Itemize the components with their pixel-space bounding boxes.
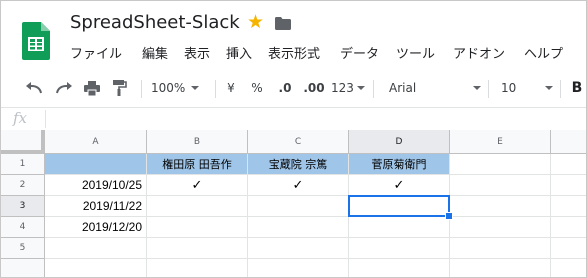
chevron-down-icon [356, 86, 365, 90]
cell-a1-fill [45, 154, 147, 175]
column-header-c[interactable]: C [248, 130, 349, 154]
chevron-down-icon [473, 86, 481, 90]
row-header-6[interactable] [1, 259, 45, 277]
cell-f1[interactable] [551, 154, 586, 175]
row-header-2[interactable]: 2 [1, 175, 45, 196]
row-header-1[interactable]: 1 [1, 154, 45, 175]
document-title[interactable]: SpreadSheet-Slack [70, 12, 240, 33]
cell-a5[interactable] [45, 238, 147, 259]
sheets-logo-icon[interactable] [22, 22, 50, 60]
cell-f4[interactable] [551, 217, 586, 238]
cell-b1[interactable]: 権田原 田吾作 [147, 154, 248, 175]
cell-a6[interactable] [45, 259, 147, 277]
toolbar-divider [560, 80, 561, 98]
paint-format-icon [113, 80, 127, 96]
chevron-down-icon [191, 86, 200, 90]
cell-c4[interactable] [248, 217, 349, 238]
cell-e5[interactable] [450, 238, 551, 259]
cell-b4[interactable] [147, 217, 248, 238]
cell-b5[interactable] [147, 238, 248, 259]
percent-format-button[interactable]: % [249, 74, 265, 102]
more-formats-select[interactable]: 123 [331, 74, 365, 102]
cell-f6[interactable] [551, 259, 586, 277]
undo-icon [26, 82, 42, 94]
cell-f3[interactable] [551, 196, 586, 217]
zoom-select[interactable]: 100% [151, 74, 209, 102]
bold-button[interactable]: B [570, 74, 584, 102]
cell-a4[interactable]: 2019/12/20 [45, 217, 147, 238]
cell-e2[interactable] [450, 175, 551, 196]
cell-c1[interactable]: 宝蔵院 宗篤 [248, 154, 349, 175]
chevron-down-icon [545, 86, 553, 90]
cell-c5[interactable] [248, 238, 349, 259]
menu-data[interactable]: データ [340, 43, 379, 62]
cell-a3[interactable]: 2019/11/22 [45, 196, 147, 217]
column-header-e[interactable]: E [450, 130, 551, 154]
cell-d1[interactable]: 菅原菊衛門 [349, 154, 450, 175]
zoom-value: 100% [151, 81, 186, 95]
toolbar-divider [373, 80, 374, 98]
column-header-b[interactable]: B [147, 130, 248, 154]
decrease-decimal-button[interactable]: .0 [274, 74, 296, 102]
cell-a2[interactable]: 2019/10/25 [45, 175, 147, 196]
menu-insert[interactable]: 挿入 [226, 43, 252, 62]
toolbar-divider [141, 80, 142, 98]
star-icon[interactable]: ★ [247, 13, 264, 32]
cell-d6[interactable] [349, 259, 450, 277]
cell-b3[interactable] [147, 196, 248, 217]
toolbar: 100% ¥ % .0 .00 123 Arial 10 B [1, 74, 586, 102]
increase-decimal-button[interactable]: .00 [302, 74, 326, 102]
undo-button[interactable] [23, 74, 45, 102]
cell-b2[interactable]: ✓ [147, 175, 248, 196]
currency-format-button[interactable]: ¥ [223, 74, 239, 102]
fill-handle[interactable] [445, 212, 453, 220]
print-icon [84, 80, 100, 96]
cell-c3[interactable] [248, 196, 349, 217]
row-header-4[interactable]: 4 [1, 217, 45, 238]
menu-file[interactable]: ファイル [70, 43, 122, 62]
paint-format-button[interactable] [109, 74, 131, 102]
menu-help[interactable]: ヘルプ [524, 43, 563, 62]
print-button[interactable] [81, 74, 103, 102]
redo-button[interactable] [53, 74, 75, 102]
cell-c2[interactable]: ✓ [248, 175, 349, 196]
cell-e4[interactable] [450, 217, 551, 238]
font-family-select[interactable]: Arial [389, 74, 481, 102]
formula-bar-divider [45, 110, 46, 128]
column-header-a[interactable]: A [45, 130, 147, 154]
toolbar-divider [488, 80, 489, 98]
column-header-f[interactable] [551, 130, 586, 154]
row-header-3[interactable]: 3 [1, 196, 45, 217]
row-header-5[interactable]: 5 [1, 238, 45, 259]
cell-e6[interactable] [450, 259, 551, 277]
redo-icon [56, 82, 72, 94]
cell-f2[interactable] [551, 175, 586, 196]
font-family-value: Arial [389, 81, 417, 95]
more-formats-label: 123 [331, 81, 354, 95]
cell-c6[interactable] [248, 259, 349, 277]
cell-d2[interactable]: ✓ [349, 175, 450, 196]
cell-d5[interactable] [349, 238, 450, 259]
menu-tools[interactable]: ツール [396, 43, 435, 62]
menu-format[interactable]: 表示形式 [268, 43, 320, 62]
font-size-value: 10 [501, 81, 517, 95]
cell-e3[interactable] [450, 196, 551, 217]
formula-bar: fx [1, 107, 586, 131]
active-cell-selection [348, 195, 450, 217]
menu-addons[interactable]: アドオン [453, 43, 505, 62]
font-size-select[interactable]: 10 [501, 74, 553, 102]
fx-icon: fx [13, 109, 28, 127]
cell-e1[interactable] [450, 154, 551, 175]
cell-b6[interactable] [147, 259, 248, 277]
menu-edit[interactable]: 編集 [142, 43, 168, 62]
column-header-d[interactable]: D [349, 130, 450, 154]
select-all-corner[interactable] [1, 130, 45, 154]
folder-icon[interactable] [275, 17, 291, 30]
spreadsheet-window: SpreadSheet-Slack ★ ファイル 編集 表示 挿入 表示形式 デ… [0, 0, 587, 278]
menu-view[interactable]: 表示 [184, 43, 210, 62]
toolbar-divider [215, 80, 216, 98]
cell-d4[interactable] [349, 217, 450, 238]
cell-f5[interactable] [551, 238, 586, 259]
